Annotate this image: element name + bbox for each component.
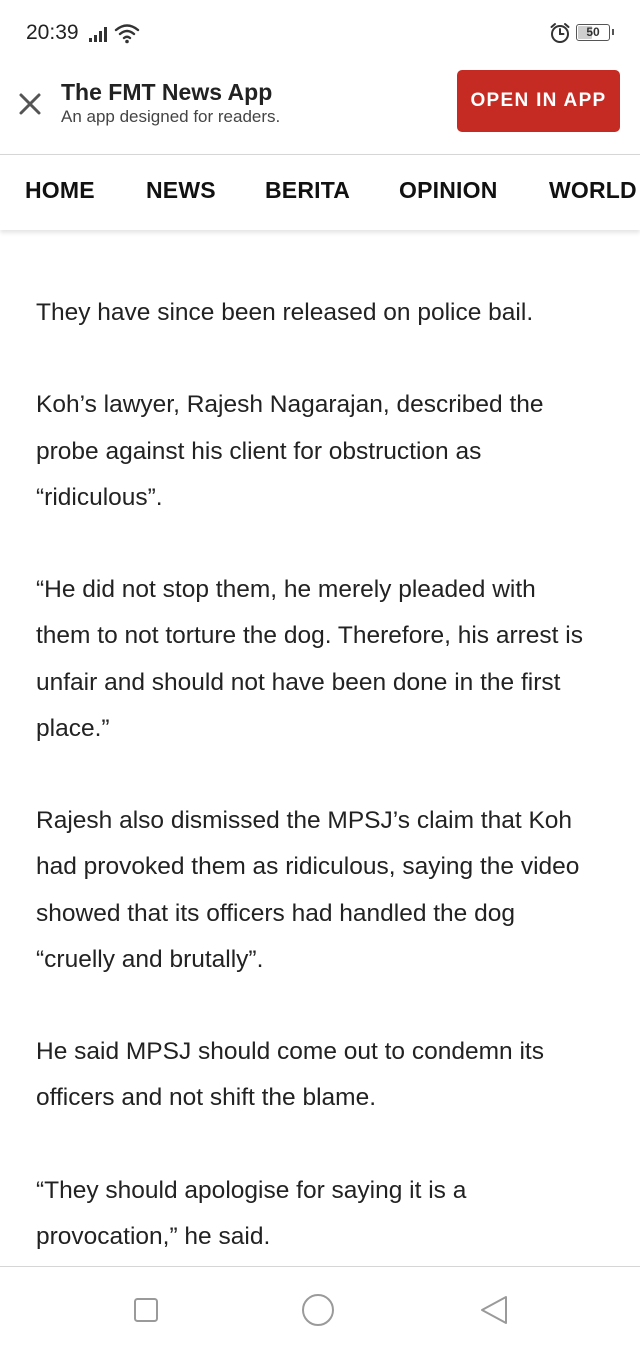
battery-icon: 50 bbox=[576, 24, 610, 41]
battery-level: 50 bbox=[586, 25, 600, 39]
article-paragraph: He said MPSJ should come out to condemn … bbox=[36, 1038, 544, 1112]
home-circle-icon bbox=[302, 1294, 334, 1326]
battery-tip bbox=[612, 29, 614, 35]
section-nav: HOME NEWS BERITA OPINION WORLD bbox=[0, 154, 640, 230]
back-button[interactable] bbox=[477, 1293, 511, 1327]
status-time: 20:39 bbox=[26, 21, 79, 44]
open-in-app-button[interactable]: OPEN IN APP bbox=[457, 70, 620, 132]
recents-square-icon bbox=[134, 1298, 158, 1322]
home-button[interactable] bbox=[301, 1293, 335, 1327]
article-paragraph: Koh’s lawyer, Rajesh Nagarajan, describe… bbox=[36, 391, 544, 511]
status-bar: 20:39 50 bbox=[0, 0, 640, 64]
nav-item-berita[interactable]: BERITA bbox=[265, 177, 350, 204]
article-paragraph: They have since been released on police … bbox=[36, 299, 534, 326]
back-triangle-icon bbox=[481, 1296, 507, 1324]
close-banner-button[interactable] bbox=[14, 88, 46, 120]
app-install-banner: The FMT News App An app designed for rea… bbox=[0, 64, 640, 154]
nav-item-news[interactable]: NEWS bbox=[146, 177, 216, 204]
recents-button[interactable] bbox=[129, 1293, 163, 1327]
signal-icon bbox=[89, 26, 109, 42]
alarm-icon bbox=[550, 23, 570, 43]
app-tagline: An app designed for readers. bbox=[61, 107, 281, 126]
article-paragraph: “They should apologise for saying it is … bbox=[36, 1176, 467, 1250]
wifi-icon bbox=[114, 24, 140, 44]
article-body: They have since been released on police … bbox=[36, 290, 596, 1306]
app-name: The FMT News App bbox=[61, 79, 273, 105]
article-paragraph: Rajesh also dismissed the MPSJ’s claim t… bbox=[36, 807, 580, 973]
nav-item-opinion[interactable]: OPINION bbox=[399, 177, 498, 204]
nav-item-home[interactable]: HOME bbox=[25, 177, 95, 204]
system-nav-bar bbox=[0, 1266, 640, 1351]
article-paragraph: “He did not stop them, he merely pleaded… bbox=[36, 576, 583, 742]
nav-item-world[interactable]: WORLD bbox=[549, 177, 637, 204]
close-icon bbox=[19, 93, 41, 115]
